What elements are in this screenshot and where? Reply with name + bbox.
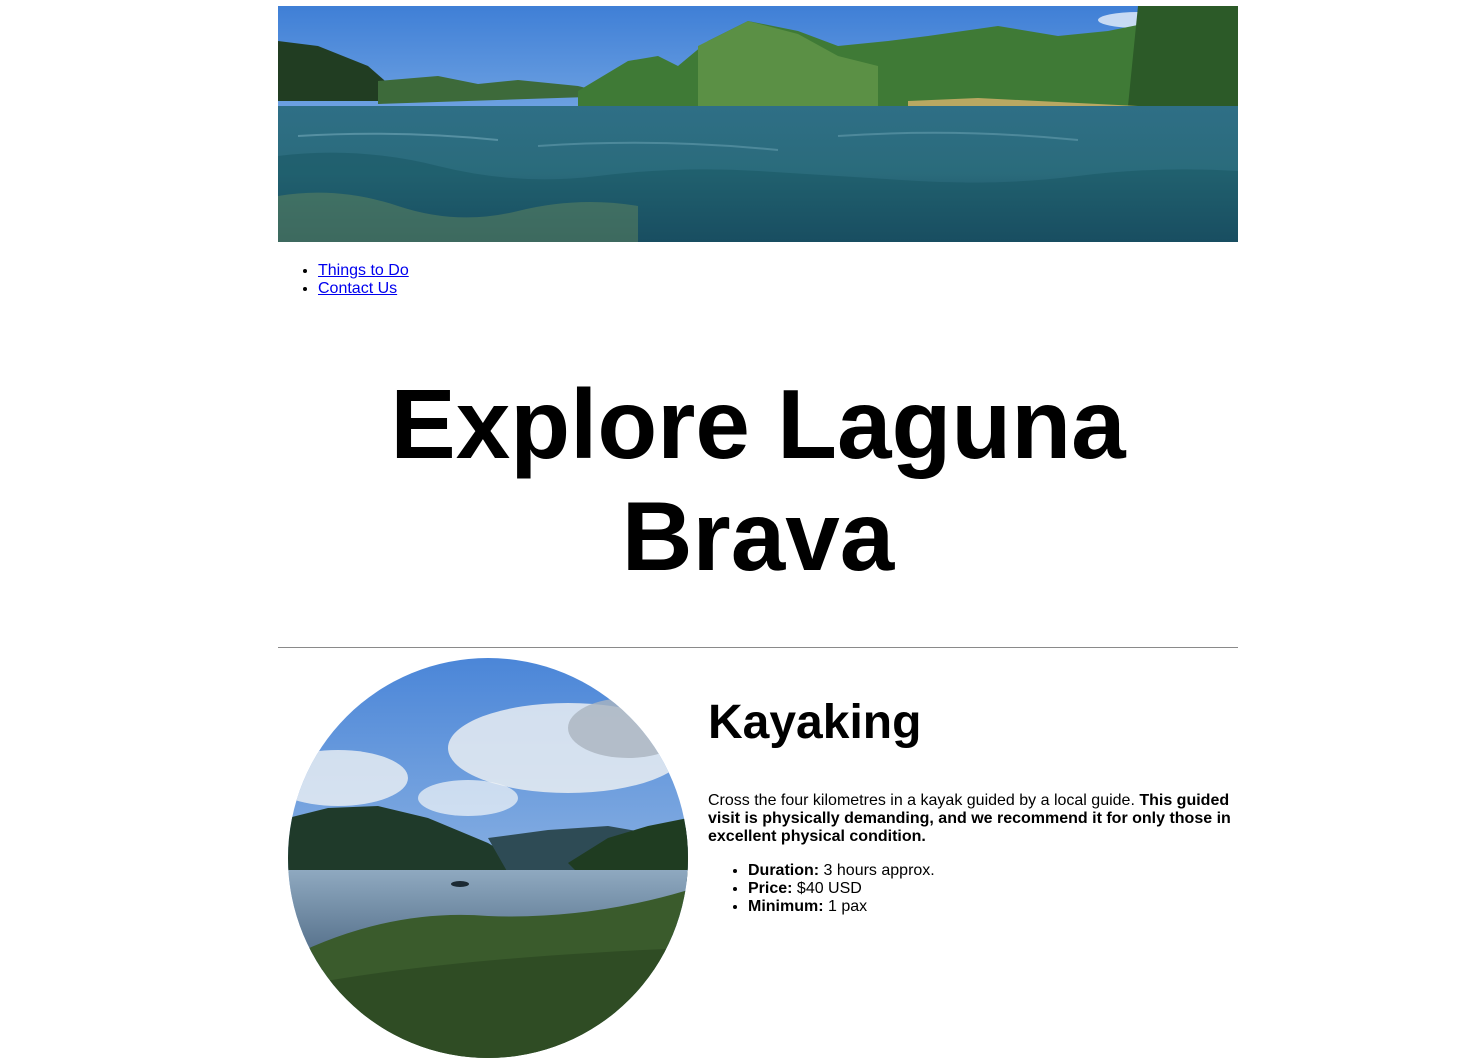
hero-image [278,6,1238,242]
activity-kayaking: Kayaking Cross the four kilometres in a … [708,690,1238,916]
activity-details: Duration: 3 hours approx. Price: $40 USD… [708,862,1238,916]
detail-label: Duration: [748,862,820,879]
detail-value: 3 hours approx. [819,862,935,879]
activity-description: Cross the four kilometres in a kayak gui… [708,792,1238,846]
main-nav: Things to Do Contact Us [278,262,409,298]
activity-title: Kayaking [708,696,922,749]
things-to-do-link[interactable]: Things to Do [318,262,409,279]
contact-us-link[interactable]: Contact Us [318,280,397,297]
description-text: Cross the four kilometres in a kayak gui… [708,792,1140,809]
page-title: Explore Laguna Brava [390,369,1126,591]
detail-duration: Duration: 3 hours approx. [748,862,1238,880]
page: Things to Do Contact Us Explore Laguna B… [278,0,1238,1058]
detail-value: $40 USD [792,880,862,897]
detail-label: Minimum: [748,898,824,915]
section-divider [278,647,1238,648]
kayaking-photo [288,658,688,1058]
detail-minimum: Minimum: 1 pax [748,898,1238,916]
detail-value: 1 pax [823,898,868,915]
nav-item-contact-us: Contact Us [318,280,409,298]
detail-label: Price: [748,880,793,897]
detail-price: Price: $40 USD [748,880,1238,898]
nav-item-things-to-do: Things to Do [318,262,409,280]
